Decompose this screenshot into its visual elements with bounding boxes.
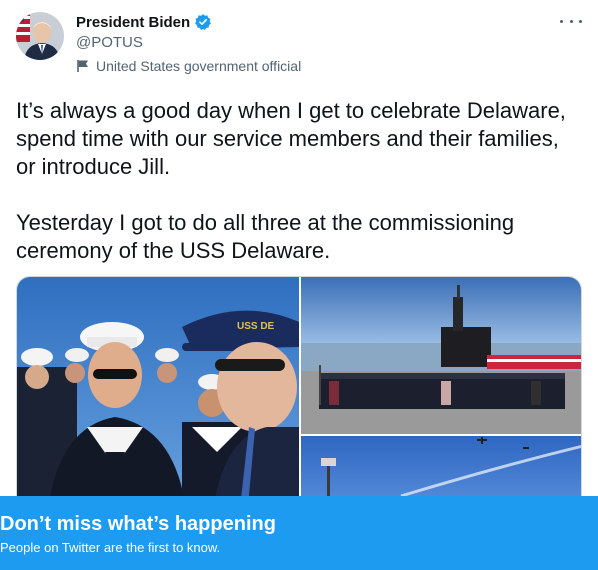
affiliation-text: United States government official	[96, 58, 302, 74]
signup-banner[interactable]: Don’t miss what’s happening People on Tw…	[0, 496, 598, 570]
avatar-image	[16, 12, 64, 60]
verified-badge-icon	[194, 13, 212, 31]
flag-icon	[76, 59, 90, 73]
author-handle[interactable]: @POTUS	[76, 34, 143, 51]
avatar[interactable]	[16, 12, 64, 60]
tweet: President Biden @POTUS United States gov…	[0, 0, 598, 570]
sailors-with-president-photo[interactable]: USS DE	[17, 277, 299, 515]
banner-subtitle: People on Twitter are the first to know.	[0, 540, 221, 555]
svg-text:USS DE: USS DE	[237, 321, 275, 332]
affiliation-label: United States government official	[76, 58, 301, 74]
author-display-name[interactable]: President Biden	[76, 14, 190, 31]
tweet-paragraph-2: Yesterday I got to do all three at the c…	[16, 210, 515, 263]
tweet-text: It’s always a good day when I get to cel…	[16, 97, 582, 265]
banner-title: Don’t miss what’s happening	[0, 513, 276, 535]
tweet-paragraph-1: It’s always a good day when I get to cel…	[16, 98, 566, 179]
submarine-crew-group-photo[interactable]	[301, 277, 581, 434]
media-grid: USS DE	[16, 276, 582, 516]
more-options-icon[interactable]	[560, 12, 582, 30]
author-name-row[interactable]: President Biden	[76, 13, 212, 31]
